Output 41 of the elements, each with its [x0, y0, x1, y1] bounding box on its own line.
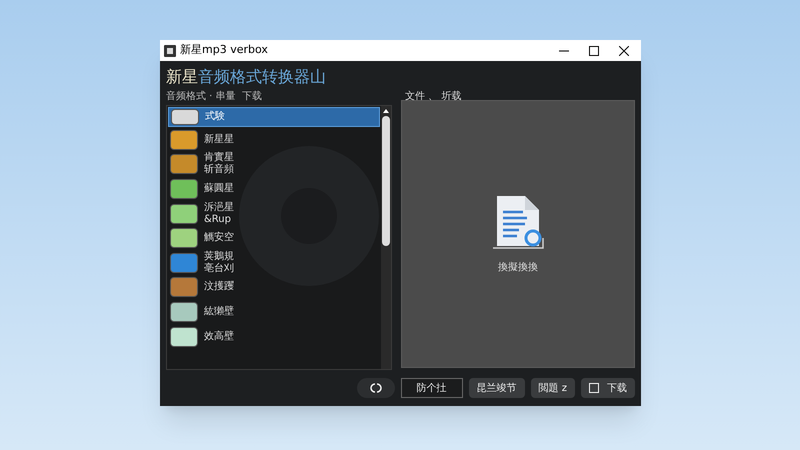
item-label: &Rup [204, 214, 232, 226]
section-label: 文件 、 圻载 [404, 90, 462, 103]
item-label: 新星星 [204, 134, 234, 146]
format-list-item[interactable]: 觽安空 [168, 226, 236, 250]
file-caption: 換擬換換 [498, 260, 538, 274]
item-label: 式験 [205, 111, 225, 123]
format-list-item[interactable]: 汶擭躩 [168, 276, 236, 300]
item-label: 亳台刈 [204, 262, 234, 275]
app-icon [164, 44, 176, 56]
square-icon [589, 383, 599, 393]
item-label: 荚鵝規 [204, 250, 234, 262]
scrollbar[interactable] [381, 106, 391, 369]
maximize-icon[interactable] [589, 46, 599, 56]
scrollbar-thumb[interactable] [382, 116, 390, 246]
action-button[interactable]: 閲題 z [530, 378, 575, 398]
item-label: 紘獺壁 [204, 306, 234, 318]
action-button[interactable]: 昆兰竣节 [468, 378, 525, 398]
section-label: 音频格式 · 串量 下载 [166, 90, 263, 103]
item-label: 觽安空 [204, 232, 234, 244]
format-list-item[interactable]: 蘇圓星 [168, 177, 236, 201]
format-list-item[interactable]: 效高壁 [168, 324, 236, 348]
window-title: 新星mp3 verbox [180, 42, 268, 58]
format-list-item[interactable]: 荚鵝規 亳台刈 [168, 250, 236, 275]
action-button[interactable]: 防个扗 [400, 378, 463, 398]
format-list-item[interactable]: 新星星 [168, 128, 236, 152]
format-list-item[interactable]: 肯實星 斩音頻 [168, 152, 236, 176]
item-label: 蘇圓星 [204, 182, 234, 195]
format-list-item[interactable]: 泝浥星 &Rup [168, 202, 236, 226]
item-label: 泝浥星 [204, 202, 234, 214]
item-label: 效高壁 [204, 330, 234, 343]
refresh-icon [368, 382, 383, 394]
item-label: 斩音頻 [204, 164, 234, 176]
format-list-item[interactable]: 式験 [168, 107, 380, 127]
format-list-item[interactable]: 紘獺壁 [168, 300, 236, 324]
close-icon[interactable] [619, 46, 629, 56]
download-button[interactable]: 下载 [581, 378, 635, 398]
item-label: 汶擭躩 [204, 281, 234, 294]
item-label: 肯實星 [204, 152, 234, 164]
refresh-button[interactable] [356, 378, 395, 398]
app-heading: 新星音频格式转换器山 [166, 67, 327, 87]
scroll-up-icon[interactable] [383, 109, 389, 113]
